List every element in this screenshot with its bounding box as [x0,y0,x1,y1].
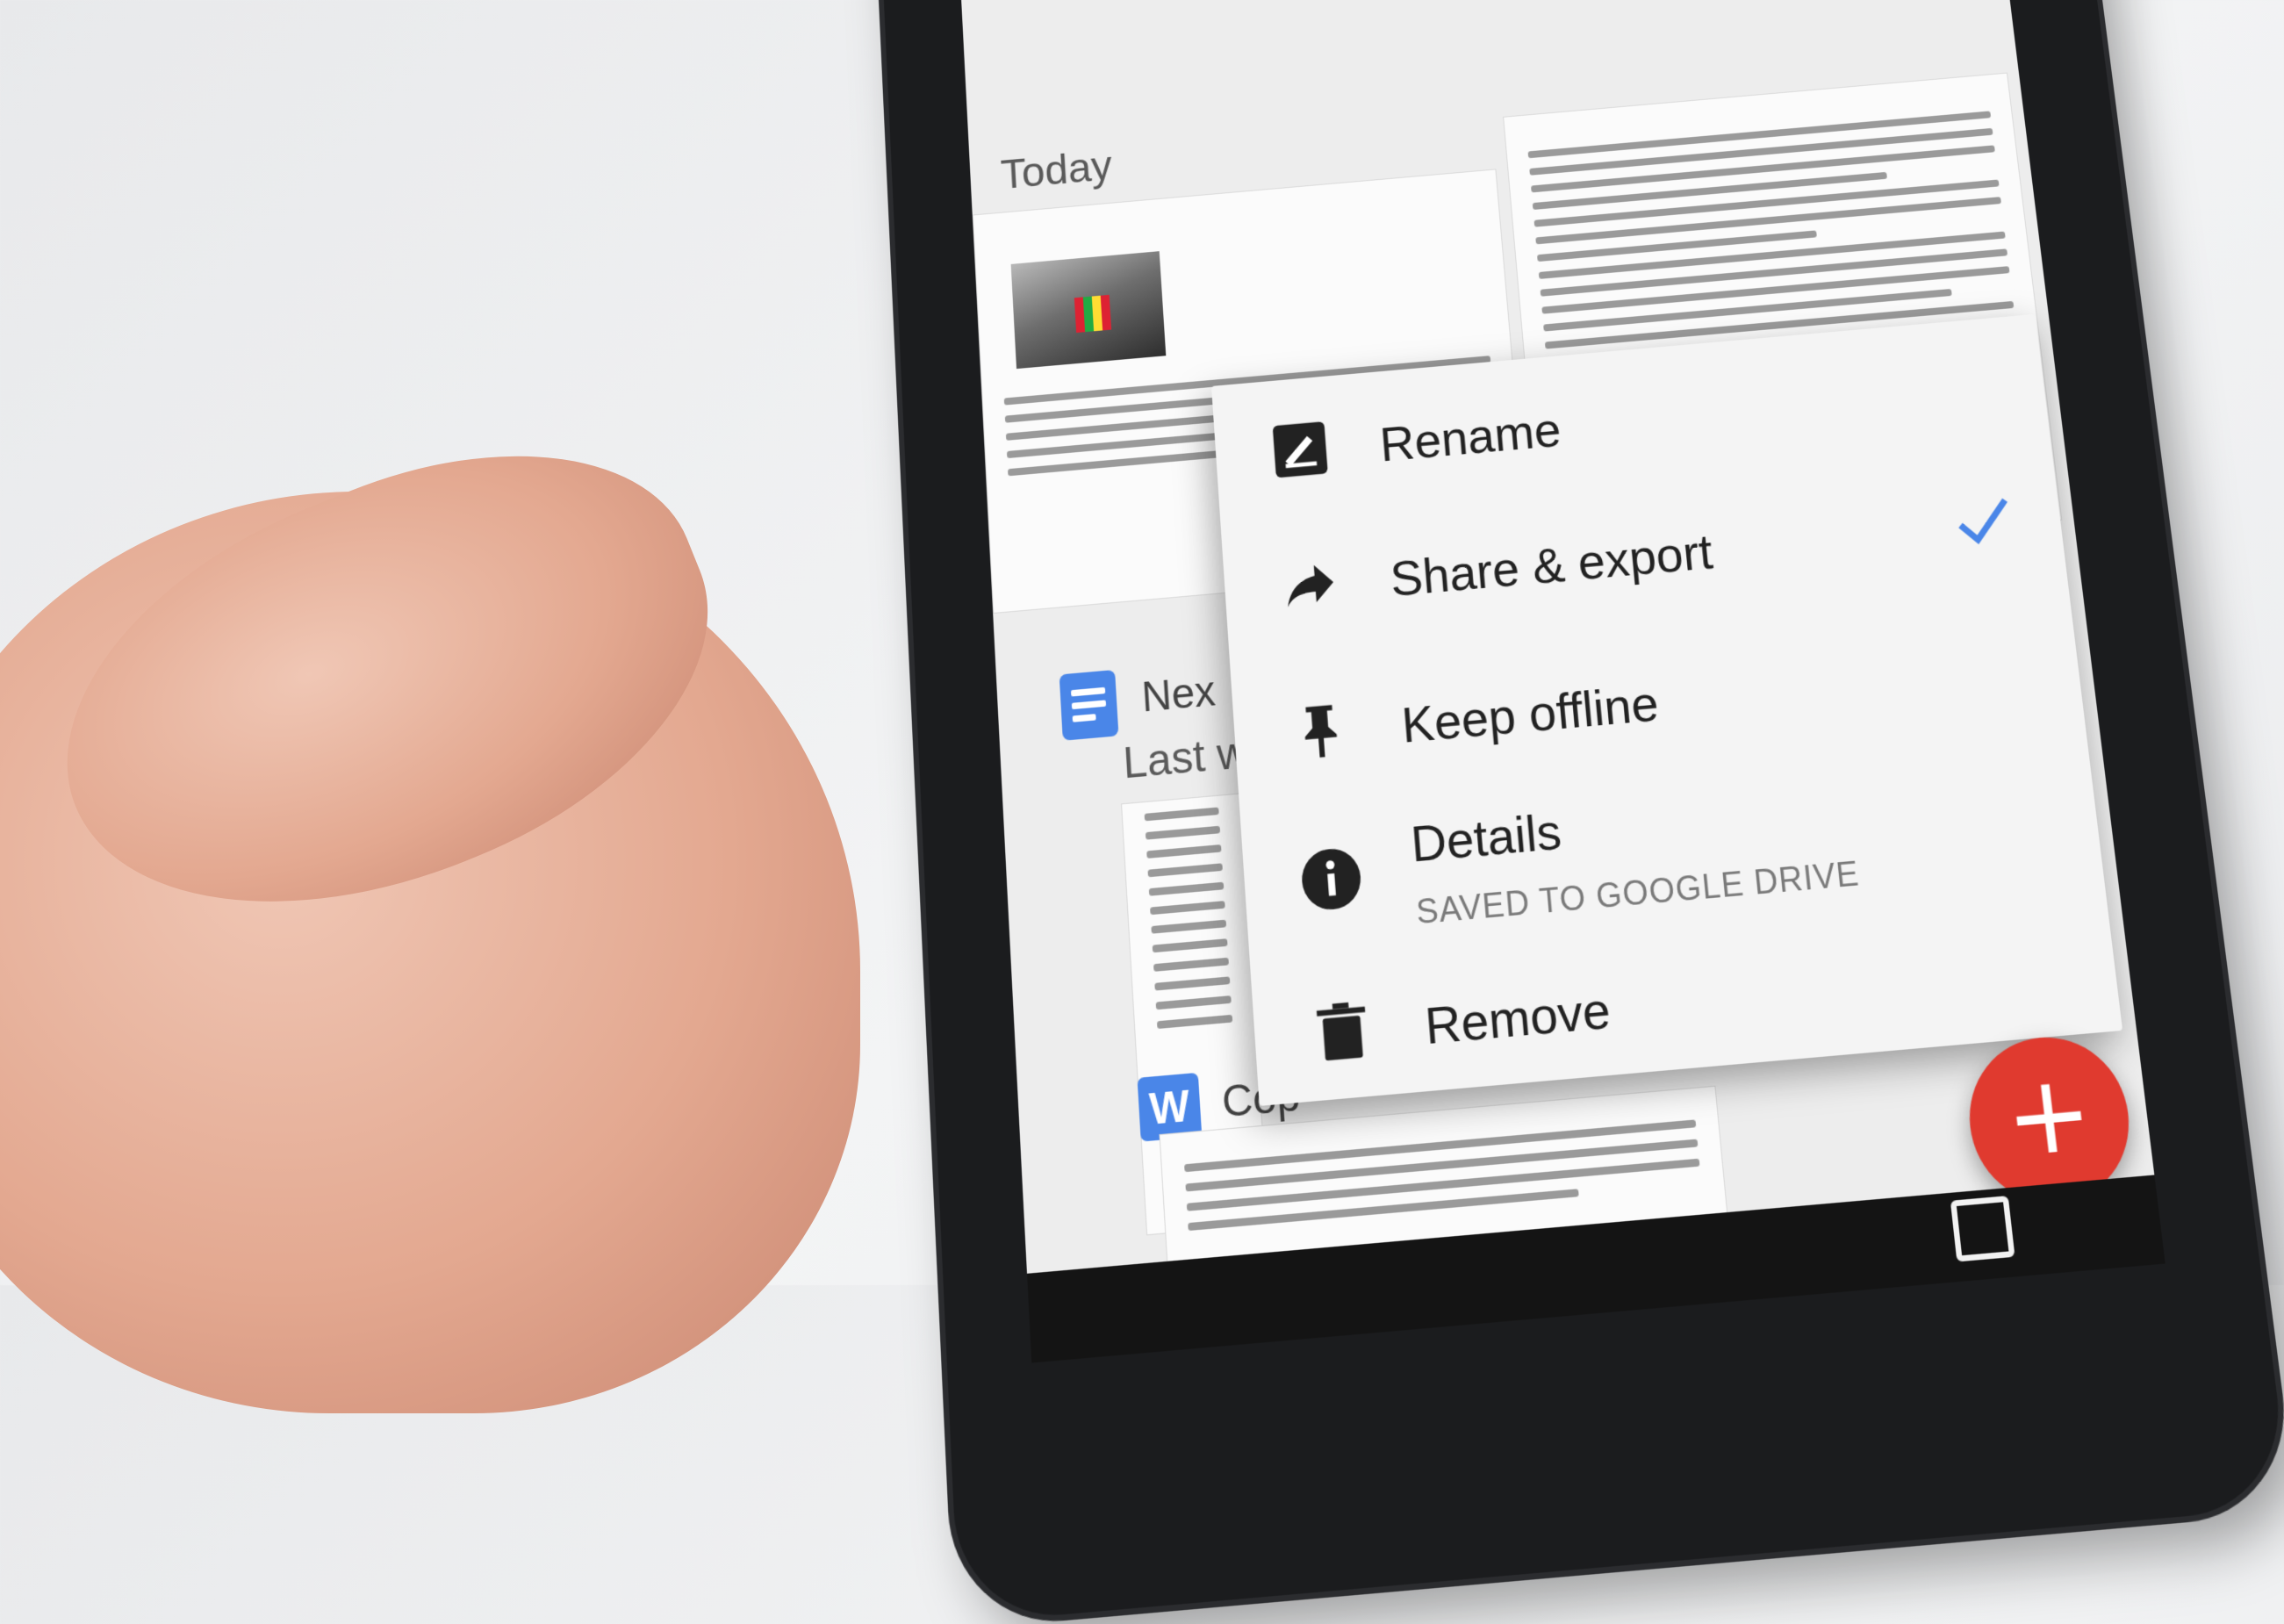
share-icon [1285,564,1335,607]
menu-item-label: Details [1409,803,1564,873]
trash-icon [1316,1002,1366,1061]
menu-item-label: Share & export [1388,524,1715,607]
section-header-last-week: Last w [1121,728,1251,788]
info-icon [1299,846,1363,912]
pin-icon [1303,704,1339,759]
rename-icon [1272,421,1328,478]
check-icon [1949,486,2019,555]
menu-item-label: Rename [1377,403,1563,472]
phone-screen: Today Nex Last w W Rename Share & export… [954,0,2165,1363]
recents-button[interactable] [1950,1196,2015,1262]
thumbnail-photo [1010,251,1167,370]
menu-item-label: Keep offline [1399,675,1662,754]
file-name[interactable]: Nex [1140,665,1217,722]
menu-item-label: Remove [1423,981,1613,1056]
section-header-today: Today [999,143,1114,198]
phone: Today Nex Last w W Rename Share & export… [874,0,2284,1624]
context-menu: Rename Share & export Keep offline Detai… [1210,313,2123,1106]
google-docs-icon [1059,669,1119,741]
